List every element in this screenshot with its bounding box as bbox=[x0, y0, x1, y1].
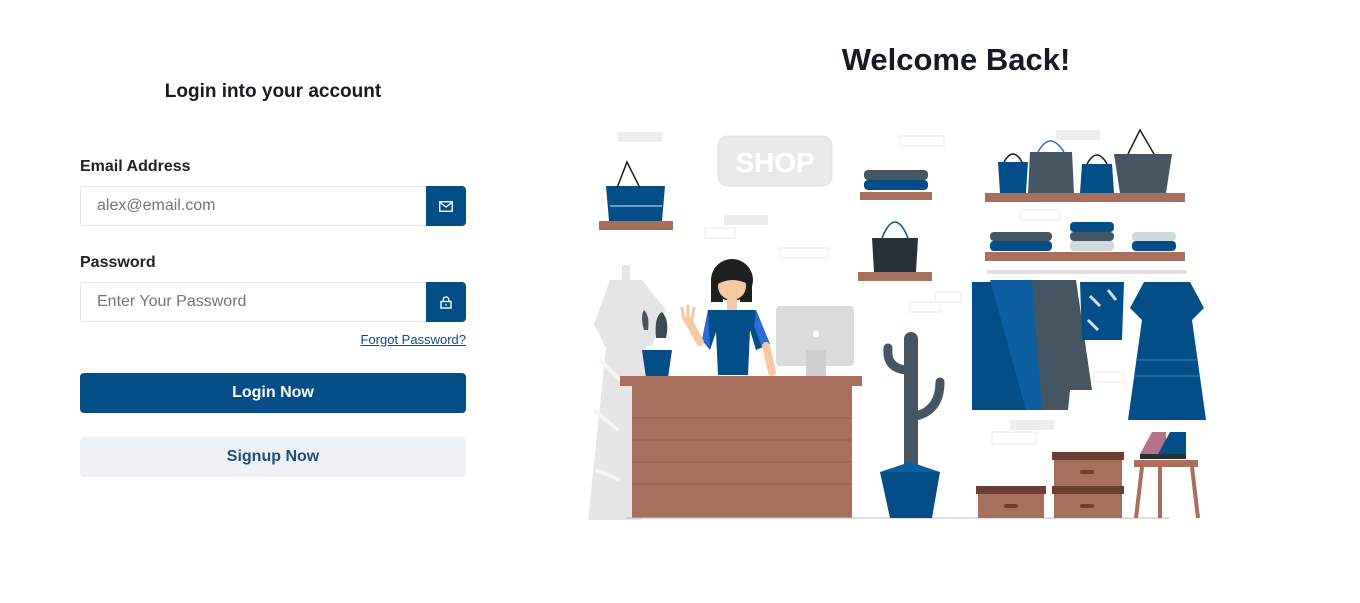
mail-icon bbox=[426, 186, 466, 226]
shop-sign-text: SHOP bbox=[735, 147, 814, 178]
email-input-group bbox=[80, 186, 466, 226]
password-input-group bbox=[80, 282, 466, 322]
shop-illustration: SHOP bbox=[588, 128, 1206, 520]
email-input[interactable] bbox=[80, 186, 426, 226]
email-label: Email Address bbox=[80, 158, 191, 175]
login-title: Login into your account bbox=[164, 81, 382, 102]
signup-button[interactable]: Signup Now bbox=[80, 437, 466, 477]
password-input[interactable] bbox=[80, 282, 426, 322]
lock-icon bbox=[426, 282, 466, 322]
password-label: Password bbox=[80, 254, 156, 271]
welcome-heading: Welcome Back! bbox=[841, 42, 1071, 77]
login-button[interactable]: Login Now bbox=[80, 373, 466, 413]
forgot-password-link[interactable]: Forgot Password? bbox=[361, 332, 467, 347]
